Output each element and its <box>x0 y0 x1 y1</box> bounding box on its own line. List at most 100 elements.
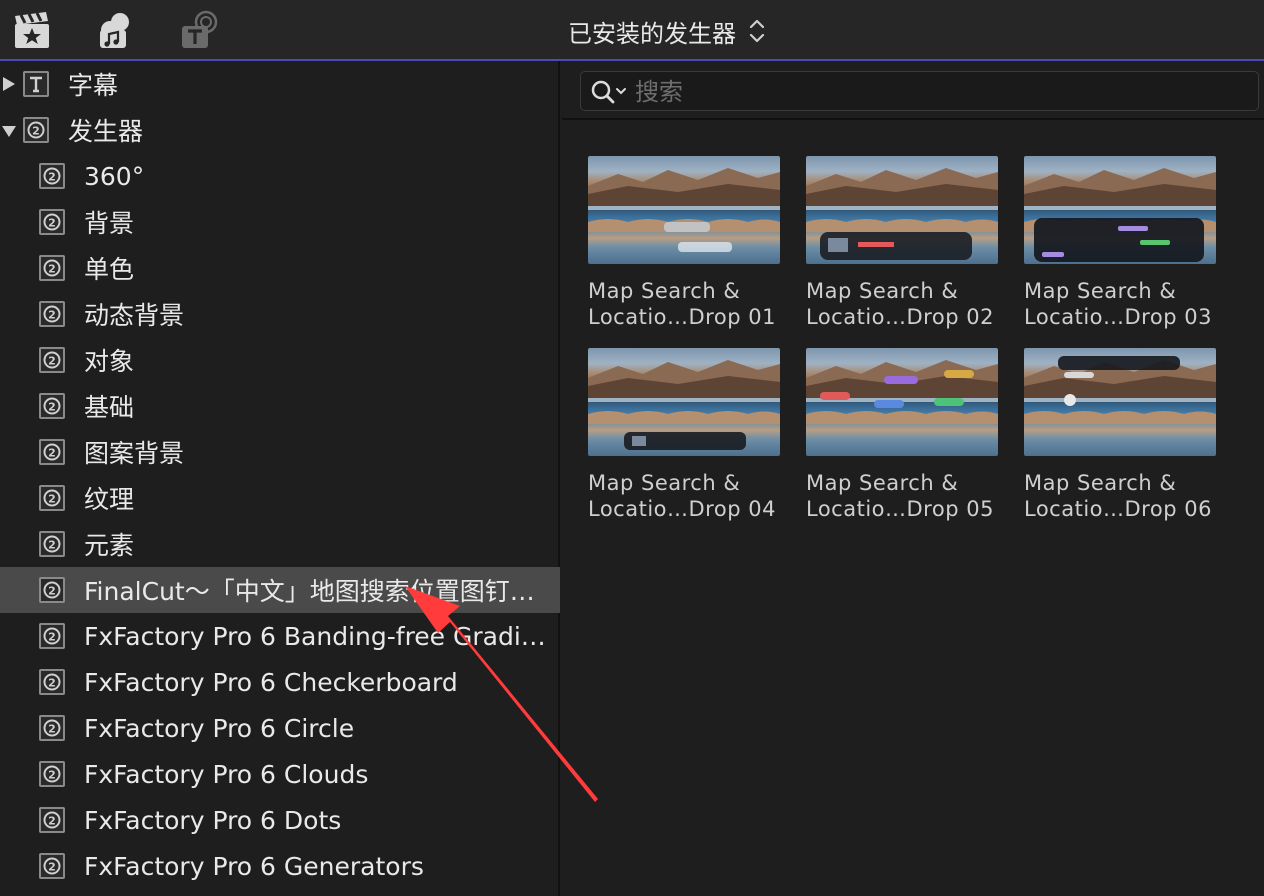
caption-line-2: Locatio…Drop 02 <box>806 305 994 329</box>
caption-line-2: Locatio…Drop 04 <box>588 497 776 521</box>
disclosure-open-icon[interactable] <box>2 122 16 138</box>
sidebar-item-label: 360° <box>84 161 145 191</box>
landscape-thumbnail-image <box>588 168 780 252</box>
svg-text:2: 2 <box>48 815 56 828</box>
search-divider <box>562 118 1264 120</box>
search-input[interactable] <box>635 76 1235 108</box>
caption-line-1: Map Search & <box>1024 279 1177 303</box>
sidebar-item-label: 纹理 <box>84 485 135 514</box>
sidebar-item-label: 元素 <box>84 531 135 560</box>
generators-browser: Map Search &Locatio…Drop 01Map Search &L… <box>562 61 1264 896</box>
sidebar-item-label: 图案背景 <box>84 439 185 468</box>
sidebar-item-label: 基础 <box>84 393 135 422</box>
camera-music-icon <box>100 13 129 48</box>
sidebar-item-label: 发生器 <box>68 117 144 146</box>
generator-thumbnail[interactable] <box>588 156 780 264</box>
svg-text:2: 2 <box>48 861 56 874</box>
svg-text:2: 2 <box>48 723 56 736</box>
generator-icon: 2 <box>39 347 65 373</box>
caption-line-1: Map Search & <box>806 471 959 495</box>
generator-icon: 2 <box>39 853 65 879</box>
generator-tile-caption: Map Search & Locatio…Drop 02 <box>806 278 1000 330</box>
generator-tile-caption: Map Search & Locatio…Drop 05 <box>806 470 1000 522</box>
sidebar-item-label: FxFactory Pro 6 Generators <box>84 851 424 881</box>
generator-tile[interactable]: Map Search & Locatio…Drop 03 <box>1024 156 1218 330</box>
caption-line-1: Map Search & <box>588 279 741 303</box>
browser-title-label: 已安装的发生器 <box>568 19 736 48</box>
generator-icon: 2 <box>39 669 65 695</box>
svg-text:2: 2 <box>48 309 56 322</box>
svg-text:2: 2 <box>48 217 56 230</box>
generator-tile[interactable]: Map Search & Locatio…Drop 06 <box>1024 348 1218 522</box>
generator-icon: 2 <box>39 807 65 833</box>
red-arrow-icon <box>405 586 598 802</box>
caption-line-1: Map Search & <box>806 279 959 303</box>
sidebar-item[interactable]: 2 单色 <box>0 245 560 291</box>
generator-tile-caption: Map Search & Locatio…Drop 04 <box>588 470 782 522</box>
generator-tile[interactable]: Map Search & Locatio…Drop 02 <box>806 156 1000 330</box>
sidebar-item[interactable]: 2 发生器 <box>0 107 560 153</box>
sidebar-item[interactable]: 2 元素 <box>0 521 560 567</box>
generator-icon: 2 <box>39 485 65 511</box>
search-dropdown-icon[interactable] <box>589 78 629 106</box>
svg-text:2: 2 <box>48 447 56 460</box>
generator-thumbnail[interactable] <box>1024 348 1216 456</box>
generator-thumbnail[interactable] <box>806 348 998 456</box>
generator-thumbnail[interactable] <box>1024 156 1216 264</box>
caption-line-2: Locatio…Drop 01 <box>588 305 776 329</box>
landscape-thumbnail-image <box>1024 168 1216 262</box>
generator-thumbnail[interactable] <box>806 156 998 264</box>
generator-tile[interactable]: Map Search & Locatio…Drop 04 <box>588 348 782 522</box>
media-browser-button[interactable] <box>12 10 52 52</box>
sidebar-item[interactable]: 2 背景 <box>0 199 560 245</box>
sidebar-item[interactable]: 2 基础 <box>0 383 560 429</box>
disclosure-closed-icon[interactable] <box>2 76 16 92</box>
up-down-chevron-icon <box>749 19 765 43</box>
caption-line-1: Map Search & <box>588 471 741 495</box>
landscape-thumbnail-image <box>1024 356 1216 424</box>
svg-text:2: 2 <box>48 355 56 368</box>
search-field[interactable] <box>580 71 1259 111</box>
svg-text:2: 2 <box>48 769 56 782</box>
sidebar-item-label: FxFactory Pro 6 Circle <box>84 713 355 743</box>
sidebar-item[interactable]: 字幕 <box>0 61 560 107</box>
sidebar-item[interactable]: 2 图案背景 <box>0 429 560 475</box>
svg-text:2: 2 <box>48 493 56 506</box>
generator-tile[interactable]: Map Search & Locatio…Drop 01 <box>588 156 782 330</box>
generator-thumbnail[interactable] <box>588 348 780 456</box>
sidebar-item[interactable]: 2 360° <box>0 153 560 199</box>
browser-toolbar: 已安装的发生器 <box>0 0 1264 61</box>
svg-text:2: 2 <box>32 125 40 138</box>
sidebar-item-label: 背景 <box>84 209 135 238</box>
titles-generators-button[interactable] <box>180 10 220 52</box>
sidebar-item[interactable]: 2 动态背景 <box>0 291 560 337</box>
caption-line-2: Locatio…Drop 06 <box>1024 497 1212 521</box>
caption-line-2: Locatio…Drop 03 <box>1024 305 1212 329</box>
sidebar-item-label: 单色 <box>84 255 135 284</box>
sidebar-item[interactable]: 2 FxFactory Pro 6 Generators <box>0 843 560 889</box>
caption-line-1: Map Search & <box>1024 471 1177 495</box>
caption-line-2: Locatio…Drop 05 <box>806 497 994 521</box>
svg-text:2: 2 <box>48 585 56 598</box>
svg-text:2: 2 <box>48 171 56 184</box>
generator-icon: 2 <box>39 301 65 327</box>
generator-icon: 2 <box>23 117 49 143</box>
svg-text:2: 2 <box>48 263 56 276</box>
titles-generators-icon <box>182 10 218 48</box>
sidebar-item-label: 对象 <box>84 347 135 376</box>
sidebar-item[interactable]: 2 对象 <box>0 337 560 383</box>
sidebar-item-label: 字幕 <box>68 71 119 100</box>
svg-text:2: 2 <box>48 401 56 414</box>
generator-icon: 2 <box>39 715 65 741</box>
sidebar-item[interactable]: 2 纹理 <box>0 475 560 521</box>
generator-tile[interactable]: Map Search & Locatio…Drop 05 <box>806 348 1000 522</box>
svg-text:2: 2 <box>48 677 56 690</box>
generator-icon: 2 <box>39 393 65 419</box>
audio-browser-button[interactable] <box>96 10 136 52</box>
generator-icon: 2 <box>39 531 65 557</box>
clapperboard-star-icon <box>15 12 49 48</box>
svg-text:2: 2 <box>48 631 56 644</box>
landscape-thumbnail-image <box>806 360 998 424</box>
generator-tile-caption: Map Search & Locatio…Drop 06 <box>1024 470 1218 522</box>
browser-title-popup[interactable]: 已安装的发生器 <box>568 14 766 48</box>
